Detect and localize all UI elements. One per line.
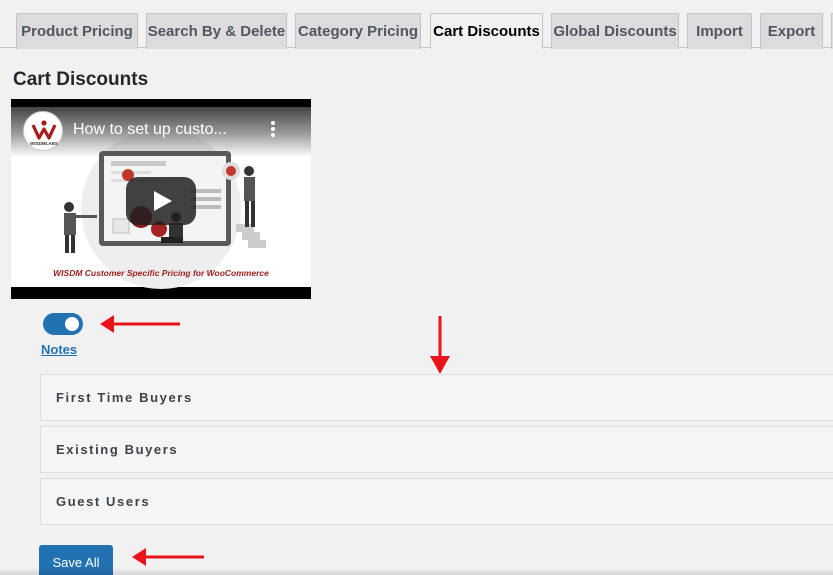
annotation-arrow-left-icon xyxy=(100,315,180,333)
section-label: First Time Buyers xyxy=(56,390,193,405)
tab-import[interactable]: Import xyxy=(687,13,752,49)
enable-toggle[interactable] xyxy=(43,313,83,335)
page-title: Cart Discounts xyxy=(13,69,149,90)
video-title[interactable]: How to set up custo... xyxy=(73,121,227,139)
channel-logo[interactable]: WISDMLABS xyxy=(23,111,63,151)
nav-tabs: Product Pricing Search By & Delete Categ… xyxy=(0,0,833,49)
tab-export[interactable]: Export xyxy=(760,13,823,49)
video-caption: WISDM Customer Specific Pricing for WooC… xyxy=(53,268,269,278)
section-first-time-buyers[interactable]: First Time Buyers xyxy=(40,374,833,421)
wisdmlabs-logo-icon: WISDMLABS xyxy=(30,120,58,146)
tab-category-pricing[interactable]: Category Pricing xyxy=(295,13,421,49)
section-label: Existing Buyers xyxy=(56,442,179,457)
tab-search-by-delete[interactable]: Search By & Delete xyxy=(146,13,287,49)
section-guest-users[interactable]: Guest Users xyxy=(40,478,833,525)
tutorial-video[interactable]: WISDMLABS How to set up custo... WISDM C… xyxy=(11,99,311,299)
more-options-icon[interactable] xyxy=(267,119,279,139)
tab-product-pricing[interactable]: Product Pricing xyxy=(16,13,138,49)
tab-global-discounts[interactable]: Global Discounts xyxy=(551,13,679,49)
annotation-arrow-down-icon xyxy=(430,316,450,374)
tab-cart-discounts[interactable]: Cart Discounts xyxy=(430,13,543,49)
footer-shadow xyxy=(0,568,833,575)
section-label: Guest Users xyxy=(56,494,151,509)
play-button-icon[interactable] xyxy=(126,177,196,225)
annotation-arrow-left-icon xyxy=(132,548,204,566)
svg-text:WISDMLABS: WISDMLABS xyxy=(30,141,58,146)
toggle-knob xyxy=(65,317,79,331)
notes-link[interactable]: Notes xyxy=(41,342,77,357)
section-existing-buyers[interactable]: Existing Buyers xyxy=(40,426,833,473)
